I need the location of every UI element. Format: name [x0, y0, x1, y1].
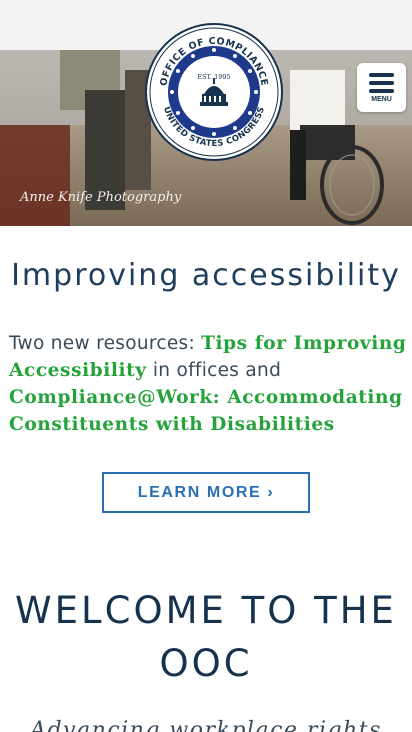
menu-button[interactable]: MENU [357, 63, 406, 112]
feature-text-2: in offices and [146, 360, 282, 381]
learn-more-button[interactable]: LEARN MORE › [102, 472, 310, 513]
hamburger-icon [369, 73, 394, 77]
hamburger-icon-bar [369, 81, 394, 85]
hamburger-icon-bar [369, 89, 394, 93]
feature-text-1: Two new resources: [9, 333, 202, 354]
feature-description: Two new resources: Tips for Improving Ac… [9, 330, 409, 438]
menu-label: MENU [371, 96, 392, 103]
compliance-at-work-link[interactable]: Compliance@Work: Accommodating Constitue… [9, 387, 403, 435]
welcome-tagline: Advancing workplace rights [30, 718, 382, 732]
welcome-title: WELCOME TO THE OOC [15, 589, 397, 685]
office-of-compliance-seal[interactable]: OFFICE OF COMPLIANCE UNITED STATES CONGR… [144, 22, 284, 162]
feature-title: Improving accessibility [11, 258, 401, 293]
photo-credit: Anne Knife Photography [20, 190, 182, 205]
